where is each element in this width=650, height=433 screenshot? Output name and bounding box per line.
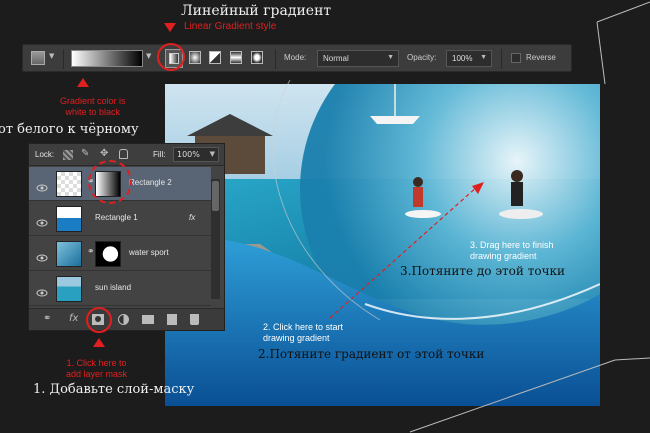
annotation-step3-en: 3. Drag here to finish drawing gradient (470, 240, 554, 261)
layer-row-rectangle-1[interactable]: Rectangle 1 fx (29, 202, 211, 236)
lock-transparent-icon[interactable] (63, 150, 73, 160)
highlight-circle (88, 160, 132, 204)
annotation-step1-ru: 1. Добавьте слой-маску (33, 382, 195, 397)
annotation-step1-en: 1. Click here to add layer mask (66, 358, 128, 379)
visibility-eye-icon[interactable] (36, 248, 48, 262)
add-style-icon[interactable]: fx (69, 313, 78, 324)
lock-label: Lock: (35, 150, 55, 159)
fill-value: 100% (177, 150, 200, 159)
layer-mask-thumbnail (95, 241, 121, 267)
layer-row-water-sport[interactable]: ⚭ water sport (29, 237, 211, 271)
fill-field[interactable]: 100% ▼ (173, 147, 219, 162)
new-layer-icon[interactable] (167, 314, 177, 325)
layer-thumbnail (56, 171, 82, 197)
annotation-step2-ru: 2.Потяните градиент от этой точки (258, 347, 485, 361)
lock-move-icon[interactable]: ✥ (100, 148, 108, 159)
annotation-step3-ru: 3.Потяните до этой точки (400, 264, 566, 278)
layer-fx-icon[interactable]: fx (189, 213, 195, 222)
new-group-icon[interactable] (142, 315, 154, 324)
layer-thumbnail (56, 241, 82, 267)
layer-thumbnail (56, 206, 82, 232)
layer-name: Rectangle 2 (129, 178, 172, 187)
visibility-eye-icon[interactable] (36, 213, 48, 227)
link-chain-icon[interactable]: ⚭ (87, 247, 95, 257)
delete-layer-icon[interactable] (190, 314, 199, 325)
annotation-step2-en: 2. Click here to start drawing gradient (263, 322, 344, 343)
lock-all-icon[interactable] (119, 149, 128, 159)
visibility-eye-icon[interactable] (36, 283, 48, 297)
layers-bottom-bar: ⚭ fx (29, 308, 224, 330)
arrow-up-marker (93, 338, 105, 347)
fill-label: Fill: (153, 150, 166, 159)
visibility-eye-icon[interactable] (36, 178, 48, 192)
lock-brush-icon[interactable]: ✎ (81, 148, 89, 159)
highlight-circle (86, 307, 112, 333)
layers-scrollbar[interactable] (211, 179, 220, 299)
adjustment-layer-icon[interactable] (118, 314, 129, 325)
layer-thumbnail (56, 276, 82, 302)
layer-row-sun-island[interactable]: sun island (29, 272, 211, 306)
layer-name: water sport (129, 248, 169, 257)
layer-name: Rectangle 1 (95, 213, 138, 222)
layers-lock-row: Lock: ✎ ✥ Fill: 100% ▼ (29, 144, 224, 166)
layer-name: sun island (95, 283, 132, 292)
link-layers-icon[interactable]: ⚭ (43, 313, 51, 324)
